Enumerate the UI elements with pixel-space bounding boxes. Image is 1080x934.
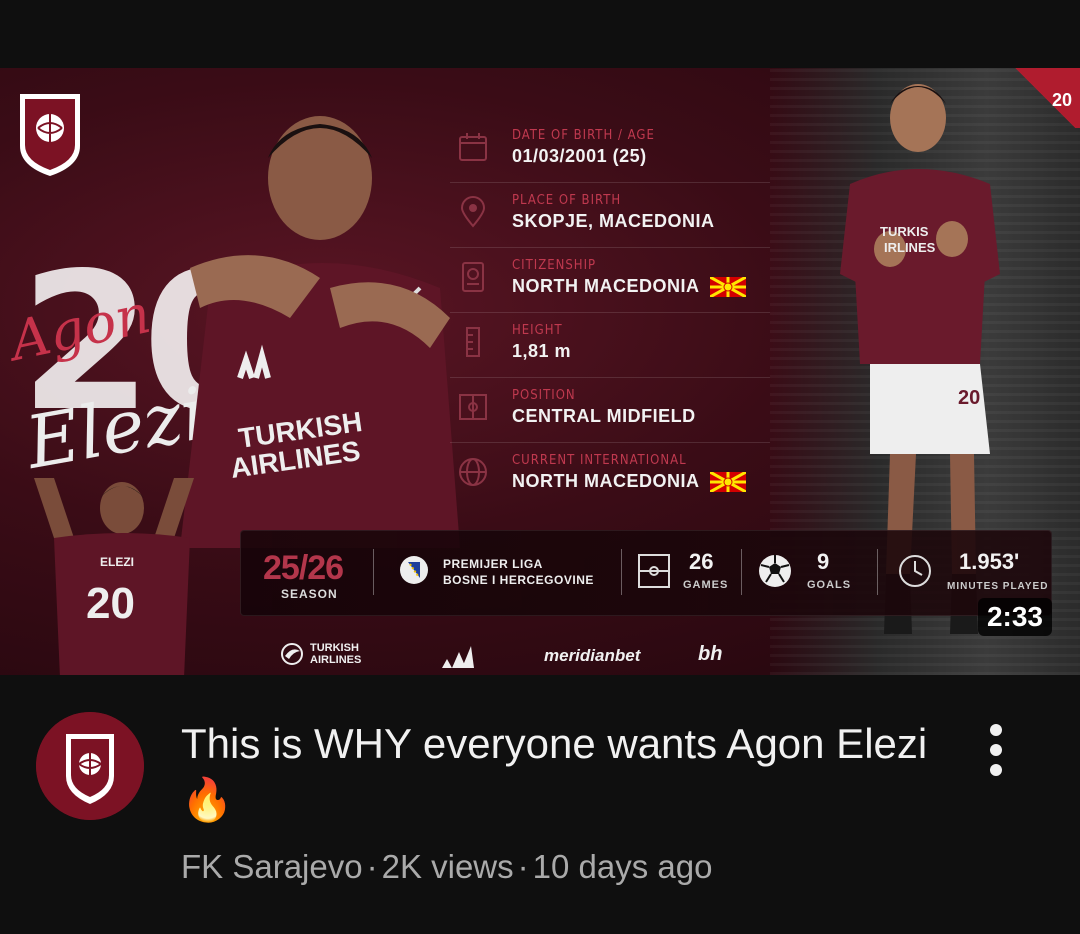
club-crest-logo — [20, 94, 80, 176]
games-label: GAMES — [683, 579, 729, 591]
north-macedonia-flag-icon — [709, 472, 746, 493]
video-title-text: This is WHY everyone wants Agon Elezi — [181, 720, 928, 767]
goals-value: 9 — [817, 549, 830, 574]
info-row-citizenship: CITIZENSHIP NORTH MACEDONIA — [450, 248, 770, 313]
info-value-text: NORTH MACEDONIA — [512, 276, 700, 296]
adidas-logo-icon — [442, 646, 474, 668]
channel-name[interactable]: FK Sarajevo — [181, 848, 363, 885]
divider — [373, 549, 374, 595]
clock-icon — [899, 555, 931, 587]
info-label: PLACE OF BIRTH — [512, 193, 622, 208]
video-title[interactable]: This is WHY everyone wants Agon Elezi 🔥 — [181, 716, 941, 828]
svg-text:TURKIS: TURKIS — [880, 224, 929, 239]
meta-separator: · — [366, 848, 378, 885]
info-row-height: HEIGHT 1,81 m — [450, 313, 770, 378]
minutes-value: 1.953' — [959, 549, 1020, 574]
info-label: HEIGHT — [512, 323, 563, 338]
turkish-airlines-logo-icon — [281, 643, 303, 665]
player-info-list: DATE OF BIRTH / AGE 01/03/2001 (25) PLAC… — [450, 118, 770, 507]
season-value: 25/26 — [263, 549, 344, 587]
video-metadata: FK Sarajevo · 2K views · 10 days ago — [181, 848, 712, 886]
svg-text:20: 20 — [958, 387, 980, 409]
season-stats-bar: 25/26 SEASON PREMIJER LIGA BOSNE I HERCE… — [240, 530, 1052, 616]
upload-age: 10 days ago — [532, 848, 713, 885]
betting-sponsor: meridianbet — [544, 646, 641, 665]
info-label: CITIZENSHIP — [512, 258, 597, 273]
main-player-image: TURKISH AIRLINES — [180, 116, 460, 548]
calendar-icon — [454, 128, 492, 166]
pitch-icon — [454, 388, 492, 426]
divider — [741, 549, 742, 595]
league-name-line1: PREMIJER LIGA — [443, 557, 543, 571]
minutes-label: MINUTES PLAYED — [947, 581, 1049, 592]
info-value: NORTH MACEDONIA — [512, 276, 746, 298]
svg-text:20: 20 — [86, 579, 135, 628]
goals-label: GOALS — [807, 579, 852, 591]
info-value-text: NORTH MACEDONIA — [512, 471, 700, 491]
fire-emoji-icon: 🔥 — [181, 776, 234, 823]
north-macedonia-flag-icon — [709, 277, 746, 298]
info-row-dob: DATE OF BIRTH / AGE 01/03/2001 (25) — [450, 118, 770, 183]
video-thumbnail[interactable]: 20 20 Agon Elezi TURKISH AIRLINES ELEZI … — [0, 68, 1080, 675]
location-pin-icon — [454, 193, 492, 231]
svg-text:ELEZI: ELEZI — [100, 555, 134, 569]
info-value: NORTH MACEDONIA — [512, 471, 746, 493]
info-row-position: POSITION CENTRAL MIDFIELD — [450, 378, 770, 443]
league-badge-icon — [400, 556, 428, 584]
club-crest-icon — [36, 712, 144, 820]
pitch-stats-icon — [638, 554, 670, 588]
sponsor-strip: TURKISH AIRLINES meridianbet bh — [280, 640, 800, 672]
svg-text:IRLINES: IRLINES — [884, 240, 936, 255]
airline-sponsor-line1: TURKISH — [310, 642, 359, 654]
airline-sponsor-line2: AIRLINES — [310, 654, 362, 666]
info-label: DATE OF BIRTH / AGE — [512, 128, 655, 143]
height-ruler-icon — [454, 323, 492, 361]
info-label: CURRENT INTERNATIONAL — [512, 453, 687, 468]
soccer-ball-icon — [759, 555, 791, 587]
league-name-line2: BOSNE I HERCEGOVINE — [443, 573, 594, 587]
info-value: 01/03/2001 (25) — [512, 146, 647, 166]
info-value: 1,81 m — [512, 341, 572, 361]
divider — [877, 549, 878, 595]
info-row-international: CURRENT INTERNATIONAL NORTH MACEDONIA — [450, 443, 770, 507]
vertical-dots-icon — [990, 724, 1002, 776]
channel-avatar[interactable] — [36, 712, 144, 820]
info-value: SKOPJE, MACEDONIA — [512, 211, 715, 231]
small-player-image: ELEZI 20 — [34, 478, 194, 675]
telecom-sponsor: bh — [698, 643, 723, 665]
info-row-birthplace: PLACE OF BIRTH SKOPJE, MACEDONIA — [450, 183, 770, 248]
corner-jersey-number: 20 — [1051, 90, 1072, 110]
video-duration-badge: 2:33 — [977, 598, 1052, 636]
meta-separator: · — [517, 848, 529, 885]
more-options-button[interactable] — [970, 718, 1024, 782]
season-label: SEASON — [281, 587, 338, 601]
info-value: CENTRAL MIDFIELD — [512, 406, 696, 426]
divider — [621, 549, 622, 595]
view-count: 2K views — [381, 848, 514, 885]
passport-icon — [454, 258, 492, 296]
info-label: POSITION — [512, 388, 576, 403]
games-value: 26 — [689, 549, 714, 574]
globe-icon — [454, 453, 492, 491]
